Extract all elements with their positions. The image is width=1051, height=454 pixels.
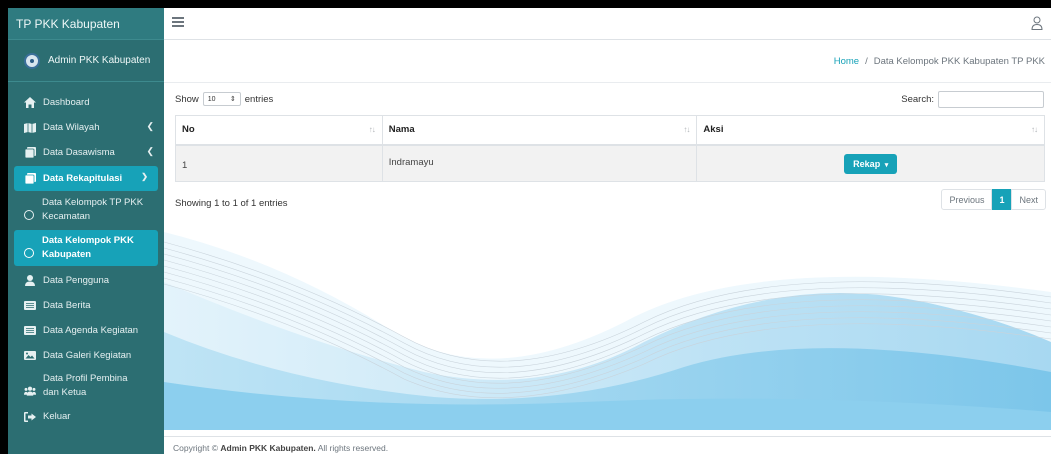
entries-length-value: 10 <box>207 95 216 103</box>
sidebar-item-label: Data Agenda Kegiatan <box>43 325 139 336</box>
cell-no: 1 <box>175 144 383 182</box>
footer-suffix: All rights reserved. <box>317 443 389 453</box>
cell-aksi: Rekap ▾ <box>696 144 1045 182</box>
sidebar-item-label-line2: Kabupaten <box>42 249 92 260</box>
pagination-page-current[interactable]: 1 <box>992 189 1012 210</box>
sidebar-item-data-profil-pembina[interactable]: Data Profil Pembina dan Ketua <box>8 368 164 404</box>
user-name: Admin PKK Kabupaten <box>48 55 151 66</box>
brand-title[interactable]: TP PKK Kabupaten <box>8 8 164 40</box>
sidebar-nav: Dashboard Data Wilayah ❮ Data Dasawisma … <box>8 82 164 429</box>
sidebar-item-data-pengguna[interactable]: Data Pengguna <box>8 268 164 293</box>
chevron-left-icon: ❮ <box>146 146 154 156</box>
length-control: Show 10 ⇕ entries <box>175 92 273 106</box>
newspaper-icon <box>24 325 36 337</box>
sidebar-item-label: Data Berita <box>43 300 91 311</box>
search-input[interactable] <box>938 91 1044 108</box>
table-header-row: No ↑↓ Nama ↑↓ Aksi ↑↓ <box>175 115 1045 146</box>
sidebar-item-label: Data Pengguna <box>43 275 110 286</box>
user-icon <box>24 275 36 287</box>
sidebar-subitem-kelompok-kecamatan[interactable]: Data Kelompok TP PKK Kecamatan <box>8 192 164 228</box>
pagination-next[interactable]: Next <box>1011 189 1046 210</box>
circle-icon <box>24 210 34 220</box>
sidebar-item-label-line1: Data Kelompok TP PKK <box>42 197 144 208</box>
window-frame-left <box>0 0 8 454</box>
top-navbar <box>164 8 1051 40</box>
chevron-down-icon: ❯ <box>141 172 148 181</box>
sidebar-item-label-line1: Data Profil Pembina <box>43 373 128 384</box>
data-table: No ↑↓ Nama ↑↓ Aksi ↑↓ 1 Indramayu Rekap ▾ <box>175 115 1045 182</box>
sidebar-item-label: Data Wilayah <box>43 122 100 133</box>
sort-icon: ↑↓ <box>1031 125 1038 134</box>
sidebar-item-data-wilayah[interactable]: Data Wilayah ❮ <box>8 115 164 140</box>
sort-icon: ↑↓ <box>368 125 376 134</box>
rekap-button-label: Rekap <box>853 158 881 169</box>
show-label: Show <box>175 93 199 105</box>
pkk-logo-icon <box>24 52 40 69</box>
breadcrumb: Home / Data Kelompok PKK Kabupaten TP PK… <box>164 40 1051 82</box>
pagination: Previous 1 Next <box>941 189 1046 210</box>
pagination-previous[interactable]: Previous <box>941 189 993 210</box>
sort-icon: ↑↓ <box>683 125 690 134</box>
wave-banner-image <box>164 222 1051 430</box>
chevron-left-icon: ❮ <box>146 121 154 131</box>
footer-prefix: Copyright © <box>173 443 219 453</box>
search-label: Search: <box>901 94 934 105</box>
entries-label: entries <box>244 93 274 105</box>
sidebar-item-label: Data Rekapitulasi <box>43 173 123 184</box>
column-header-aksi[interactable]: Aksi ↑↓ <box>696 115 1045 146</box>
user-panel[interactable]: Admin PKK Kabupaten <box>8 40 164 82</box>
footer: Copyright © Admin PKK Kabupaten. All rig… <box>164 436 1051 454</box>
column-header-nama[interactable]: Nama ↑↓ <box>381 115 698 146</box>
window-frame-top <box>0 0 1051 8</box>
sidebar-item-label-line1: Data Kelompok PKK <box>42 235 134 246</box>
breadcrumb-current: Data Kelompok PKK Kabupaten TP PKK <box>873 55 1045 67</box>
sidebar-item-data-berita[interactable]: Data Berita <box>8 293 164 318</box>
newspaper-icon <box>24 300 36 312</box>
user-menu-icon[interactable] <box>1031 16 1043 30</box>
sidebar-item-label-line2: dan Ketua <box>43 387 87 398</box>
breadcrumb-separator: / <box>865 55 868 67</box>
table-info: Showing 1 to 1 of 1 entries <box>175 198 288 209</box>
sidebar-item-data-rekapitulasi[interactable]: Data Rekapitulasi ❯ <box>14 166 158 191</box>
copy-icon <box>24 147 36 159</box>
wave-graphic <box>164 232 1051 430</box>
sidebar-item-label: Keluar <box>43 411 71 422</box>
sidebar-item-keluar[interactable]: Keluar <box>8 404 164 429</box>
footer-admin-link[interactable]: Admin PKK Kabupaten. <box>220 443 315 453</box>
select-arrows-icon: ⇕ <box>229 96 236 103</box>
sidebar-item-data-dasawisma[interactable]: Data Dasawisma ❮ <box>8 140 164 165</box>
rekap-dropdown-button[interactable]: Rekap ▾ <box>844 153 898 174</box>
breadcrumb-home-link[interactable]: Home <box>834 56 859 67</box>
sidebar: TP PKK Kabupaten Admin PKK Kabupaten Das… <box>8 8 164 454</box>
home-icon <box>24 97 36 109</box>
sidebar-item-data-agenda-kegiatan[interactable]: Data Agenda Kegiatan <box>8 318 164 343</box>
copy-icon <box>24 173 36 185</box>
sidebar-item-dashboard[interactable]: Dashboard <box>8 90 164 115</box>
entries-length-select[interactable]: 10 ⇕ <box>202 92 241 106</box>
caret-down-icon: ▾ <box>884 161 889 169</box>
sign-out-icon <box>24 411 36 423</box>
sidebar-item-label-line2: Kecamatan <box>42 211 91 222</box>
search-control: Search: <box>901 91 1044 108</box>
map-icon <box>24 122 36 134</box>
column-header-no[interactable]: No ↑↓ <box>175 115 383 146</box>
sidebar-subitem-kelompok-kabupaten[interactable]: Data Kelompok PKK Kabupaten <box>14 230 158 266</box>
image-icon <box>24 350 36 362</box>
sidebar-item-label: Dashboard <box>43 97 90 108</box>
users-icon <box>24 386 36 398</box>
data-table-card: Show 10 ⇕ entries Search: No ↑↓ Nama ↑↓ Ak… <box>164 82 1051 222</box>
cell-nama: Indramayu <box>381 144 698 182</box>
circle-icon <box>24 248 34 258</box>
menu-toggle-icon[interactable] <box>172 17 184 27</box>
sidebar-item-label: Data Dasawisma <box>43 147 115 158</box>
sidebar-item-data-galeri-kegiatan[interactable]: Data Galeri Kegiatan <box>8 343 164 368</box>
sidebar-item-label: Data Galeri Kegiatan <box>43 350 132 361</box>
table-row: 1 Indramayu Rekap ▾ <box>175 144 1045 182</box>
